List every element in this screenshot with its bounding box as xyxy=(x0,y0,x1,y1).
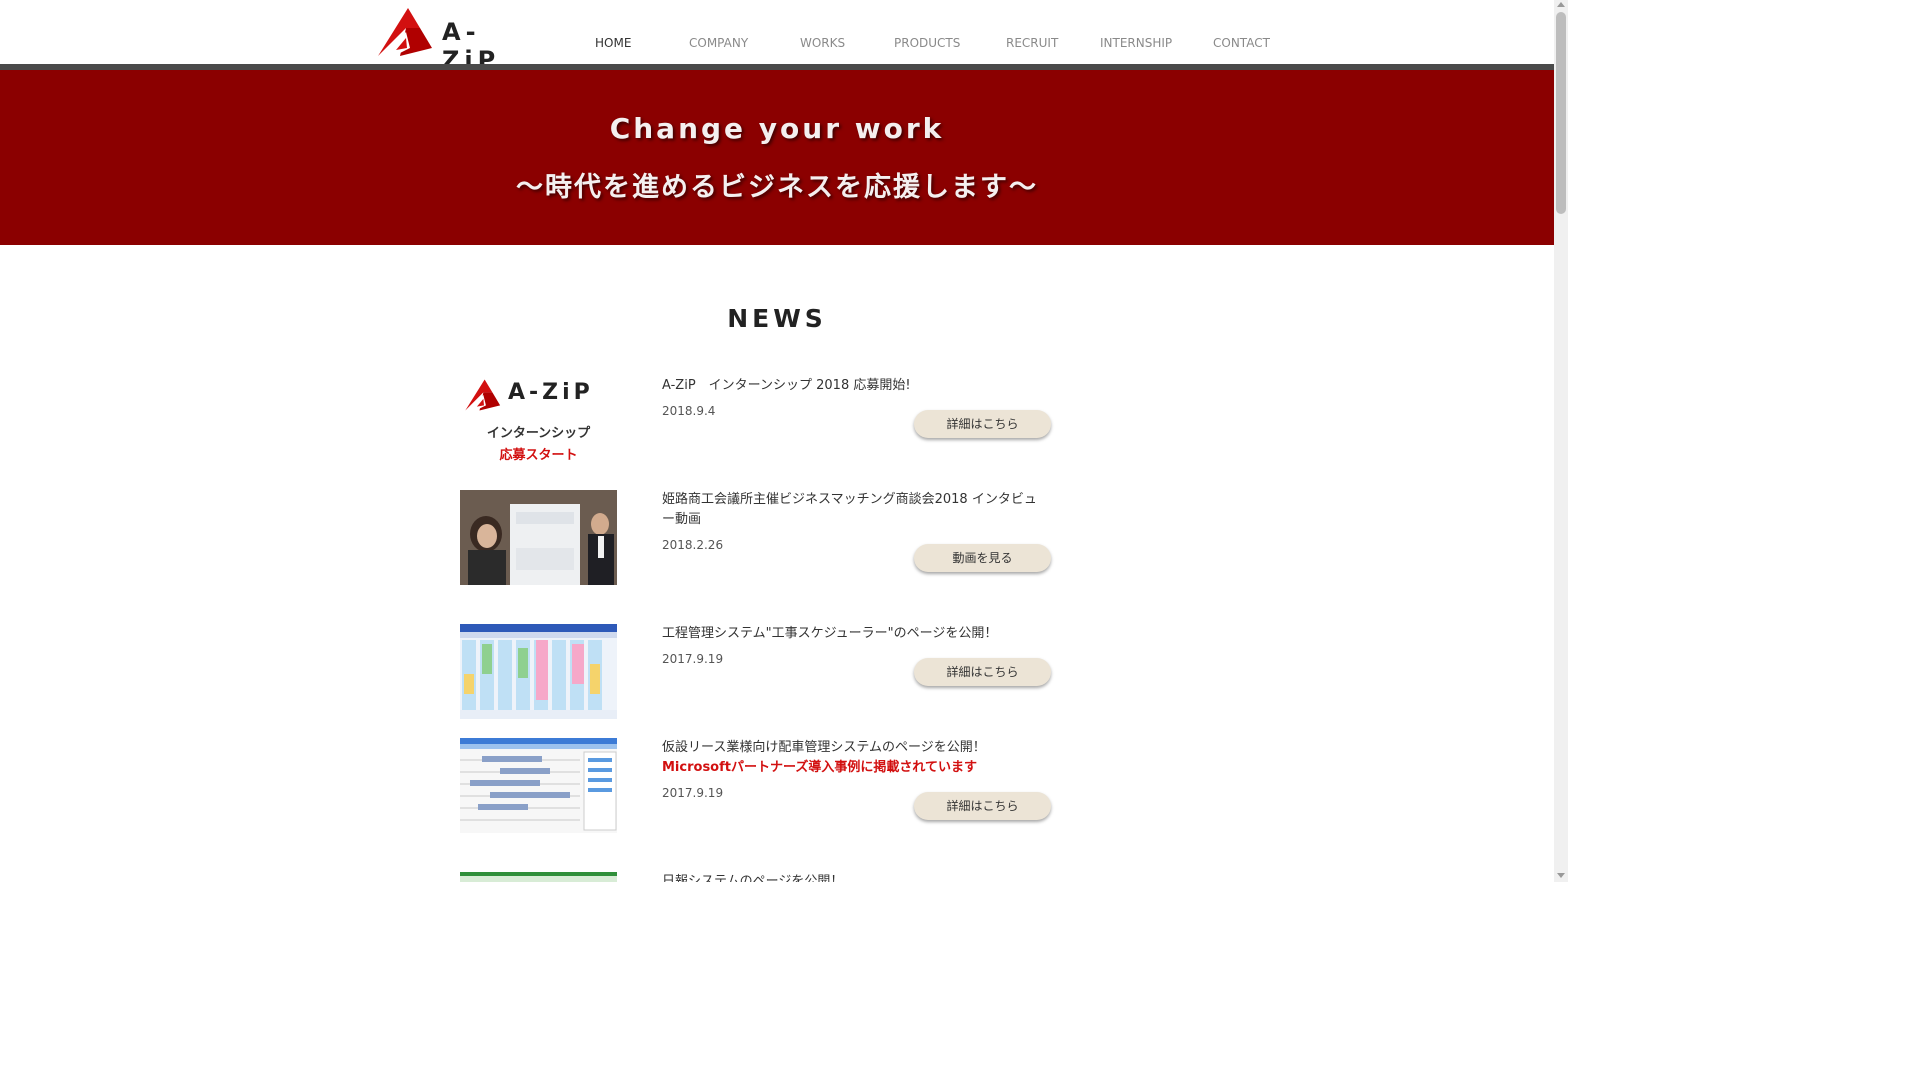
news-title-text[interactable]: 日報システムのページを公開！ xyxy=(662,872,1042,882)
scroll-down-icon[interactable] xyxy=(1557,873,1565,878)
hero-tagline: 〜時代を進めるビジネスを応援します〜 xyxy=(516,172,1038,203)
hero-banner: Change your work 〜時代を進めるビジネスを応援します〜 xyxy=(0,70,1554,245)
site-logo[interactable]: A-ZiP xyxy=(376,6,536,74)
site-header: A-ZiP HOME COMPANY WORKS PRODUCTS RECRUI… xyxy=(0,0,1554,74)
news-item: 仮設リース業様向け配車管理システムのページを公開！ Microsoftパートナー… xyxy=(460,738,1060,848)
news-item: 姫路商工会議所主催ビジネスマッチング商談会2018 インタビュー動画 2018.… xyxy=(460,490,1060,600)
logo-mark-icon xyxy=(465,379,501,411)
news-heading: NEWS xyxy=(727,304,827,333)
schedule-screenshot-icon xyxy=(460,624,617,719)
watch-video-button[interactable]: 動画を見る xyxy=(914,544,1051,572)
logo-mark-icon xyxy=(378,8,432,56)
thumb-caption-highlight: 応募スタート xyxy=(499,448,578,463)
thumb-logo-text: A-ZiP xyxy=(508,380,594,405)
news-thumbnail[interactable] xyxy=(460,624,617,719)
nav-contact[interactable]: CONTACT xyxy=(1213,36,1270,50)
thumb-caption: インターンシップ xyxy=(486,426,591,441)
interview-photo-icon xyxy=(460,490,617,585)
news-thumbnail[interactable]: A-ZiP インターンシップ 応募スタート xyxy=(460,376,617,471)
news-highlight-text: Microsoftパートナーズ導入事例に掲載されています xyxy=(662,760,977,775)
news-title-text[interactable]: 姫路商工会議所主催ビジネスマッチング商談会2018 インタビュー動画 xyxy=(662,490,1042,530)
nav-recruit[interactable]: RECRUIT xyxy=(1006,36,1058,50)
news-thumbnail[interactable] xyxy=(460,738,617,833)
news-date: 2018.9.4 xyxy=(662,404,716,418)
nav-internship[interactable]: INTERNSHIP xyxy=(1100,36,1172,50)
nav-products[interactable]: PRODUCTS xyxy=(894,36,960,50)
page: A-ZiP HOME COMPANY WORKS PRODUCTS RECRUI… xyxy=(0,0,1568,882)
news-thumbnail[interactable] xyxy=(460,872,617,882)
hero-headline: Change your work xyxy=(609,112,945,145)
news-thumbnail[interactable] xyxy=(460,490,617,585)
news-title-text[interactable]: A-ZiP インターンシップ 2018 応募開始! xyxy=(662,376,1042,396)
news-title-line: 仮設リース業様向け配車管理システムのページを公開！ xyxy=(662,740,986,755)
news-date: 2018.2.26 xyxy=(662,538,724,552)
news-date: 2017.9.19 xyxy=(662,786,724,800)
news-title-text[interactable]: 工程管理システム"工事スケジューラー"のページを公開！ xyxy=(662,624,1042,644)
news-title-text[interactable]: 仮設リース業様向け配車管理システムのページを公開！ Microsoftパートナー… xyxy=(662,738,1042,778)
nav-home[interactable]: HOME xyxy=(595,36,631,50)
nav-works[interactable]: WORKS xyxy=(800,36,845,50)
scroll-up-icon[interactable] xyxy=(1557,2,1565,7)
scrollbar-thumb[interactable] xyxy=(1556,12,1566,214)
report-screenshot-icon xyxy=(460,872,617,882)
news-item: 工程管理システム"工事スケジューラー"のページを公開！ 2017.9.19 詳細… xyxy=(460,624,1060,734)
details-button[interactable]: 詳細はこちら xyxy=(914,410,1051,438)
news-date: 2017.9.19 xyxy=(662,652,724,666)
dispatch-screenshot-icon xyxy=(460,738,617,833)
nav-company[interactable]: COMPANY xyxy=(689,36,748,50)
news-item: 日報システムのページを公開！ xyxy=(460,872,1060,882)
news-item: A-ZiP インターンシップ 応募スタート A-ZiP インターンシップ 201… xyxy=(460,376,1060,486)
details-button[interactable]: 詳細はこちら xyxy=(914,658,1051,686)
details-button[interactable]: 詳細はこちら xyxy=(914,792,1051,820)
